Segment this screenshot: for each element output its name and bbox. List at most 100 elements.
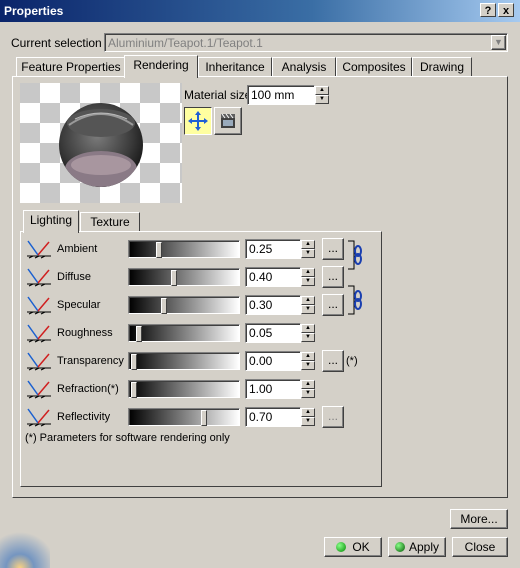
transparency-value-input[interactable]: 0.00 <box>245 351 301 371</box>
lighting-row-transparency: Transparency 0.00 ▲ ▼... (*) <box>0 350 520 374</box>
spin-up-icon[interactable]: ▲ <box>301 352 315 361</box>
material-preview <box>20 83 182 203</box>
lighting-label-diffuse: Diffuse <box>57 271 92 283</box>
specular-spinner[interactable]: ▲ ▼ <box>301 296 315 314</box>
chevron-down-icon: ▼ <box>491 35 506 50</box>
reflectivity-icon <box>27 408 51 427</box>
diffuse-slider[interactable] <box>128 268 240 286</box>
refraction-icon <box>27 380 51 399</box>
close-window-button[interactable]: x <box>498 3 514 17</box>
reflectivity-spinner[interactable]: ▲ ▼ <box>301 408 315 426</box>
diffuse-icon <box>27 268 51 287</box>
tab-feature-properties[interactable]: Feature Properties <box>16 57 126 77</box>
reflectivity-slider[interactable] <box>128 408 240 426</box>
lighting-label-specular: Specular <box>57 299 101 311</box>
lighting-label-roughness: Roughness <box>57 327 113 339</box>
green-ball-icon <box>336 542 347 552</box>
map-positioning-button[interactable] <box>184 107 212 135</box>
current-selection-label: Current selection : <box>11 36 109 50</box>
lighting-row-diffuse: Diffuse 0.40 ▲ ▼... <box>0 266 520 290</box>
lighting-label-transparency: Transparency <box>57 355 124 367</box>
spin-down-icon[interactable]: ▼ <box>315 95 329 104</box>
roughness-slider-thumb[interactable] <box>136 326 142 342</box>
lighting-label-reflectivity: Reflectivity <box>57 411 111 423</box>
transparency-spinner[interactable]: ▲ ▼ <box>301 352 315 370</box>
spin-down-icon[interactable]: ▼ <box>301 361 315 370</box>
refraction-spinner[interactable]: ▲ ▼ <box>301 380 315 398</box>
specular-value-input[interactable]: 0.30 <box>245 295 301 315</box>
transparency-slider-thumb[interactable] <box>131 354 137 370</box>
ambient-icon <box>27 240 51 259</box>
roughness-slider[interactable] <box>128 324 240 342</box>
transparency-slider[interactable] <box>128 352 240 370</box>
lighting-row-roughness: Roughness 0.05 ▲ ▼ <box>0 322 520 346</box>
apply-button[interactable]: Apply <box>388 537 446 557</box>
spin-up-icon[interactable]: ▲ <box>301 324 315 333</box>
ok-button[interactable]: OK <box>324 537 382 557</box>
material-size-spinner[interactable]: ▲ ▼ <box>315 86 329 104</box>
roughness-icon <box>27 324 51 343</box>
spin-up-icon[interactable]: ▲ <box>301 408 315 417</box>
roughness-value-input[interactable]: 0.05 <box>245 323 301 343</box>
reflectivity-slider-thumb[interactable] <box>201 410 207 426</box>
material-size-input[interactable]: 100 mm <box>247 85 315 105</box>
roughness-spinner[interactable]: ▲ ▼ <box>301 324 315 342</box>
transparency-icon <box>27 352 51 371</box>
transparency-more-button[interactable]: ... <box>322 350 344 372</box>
apply-ball-icon <box>394 542 405 552</box>
spin-down-icon[interactable]: ▼ <box>301 389 315 398</box>
lighting-label-refraction: Refraction(*) <box>57 383 119 395</box>
diffuse-slider-thumb[interactable] <box>171 270 177 286</box>
specular-more-button[interactable]: ... <box>322 294 344 316</box>
tab-inheritance[interactable]: Inheritance <box>198 57 272 77</box>
specular-slider-thumb[interactable] <box>161 298 167 314</box>
specular-slider[interactable] <box>128 296 240 314</box>
help-button[interactable]: ? <box>480 3 496 17</box>
spin-up-icon[interactable]: ▲ <box>301 296 315 305</box>
transparency-software-note: (*) <box>346 355 358 367</box>
corner-glow <box>0 528 50 568</box>
specular-icon <box>27 296 51 315</box>
lighting-row-refraction: Refraction(*) 1.00 ▲ ▼ <box>0 378 520 402</box>
active-tab-joint <box>125 76 197 78</box>
spin-down-icon[interactable]: ▼ <box>301 249 315 258</box>
lighting-row-specular: Specular 0.30 ▲ ▼... <box>0 294 520 318</box>
diffuse-spinner[interactable]: ▲ ▼ <box>301 268 315 286</box>
ambient-slider-thumb[interactable] <box>156 242 162 258</box>
ambient-more-button[interactable]: ... <box>322 238 344 260</box>
tab-analysis[interactable]: Analysis <box>272 57 336 77</box>
diffuse-more-button[interactable]: ... <box>322 266 344 288</box>
move-arrows-icon <box>188 111 208 131</box>
close-button[interactable]: Close <box>452 537 508 557</box>
refraction-slider[interactable] <box>128 380 240 398</box>
lighting-label-ambient: Ambient <box>57 243 98 255</box>
ambient-slider[interactable] <box>128 240 240 258</box>
clapperboard-icon <box>221 113 235 128</box>
lighting-row-reflectivity: Reflectivity 0.70 ▲ ▼... <box>0 406 520 430</box>
window-title: Properties <box>4 4 64 18</box>
diffuse-value-input[interactable]: 0.40 <box>245 267 301 287</box>
reflectivity-value-input[interactable]: 0.70 <box>245 407 301 427</box>
spin-down-icon[interactable]: ▼ <box>301 333 315 342</box>
spin-down-icon[interactable]: ▼ <box>301 417 315 426</box>
reflectivity-more-button[interactable]: ... <box>322 406 344 428</box>
spin-up-icon[interactable]: ▲ <box>315 86 329 95</box>
spin-down-icon[interactable]: ▼ <box>301 277 315 286</box>
ambient-spinner[interactable]: ▲ ▼ <box>301 240 315 258</box>
spin-up-icon[interactable]: ▲ <box>301 240 315 249</box>
tab-rendering[interactable]: Rendering <box>124 55 198 78</box>
tab-drawing[interactable]: Drawing <box>412 57 472 77</box>
title-bar: Properties ? x <box>0 0 520 22</box>
more-button[interactable]: More... <box>450 509 508 529</box>
refraction-slider-thumb[interactable] <box>131 382 137 398</box>
current-selection-value: Aluminium/Teapot.1/Teapot.1 <box>108 36 263 50</box>
current-selection-combo: Aluminium/Teapot.1/Teapot.1 ▼ <box>104 33 508 52</box>
lighting-row-ambient: Ambient 0.25 ▲ ▼... <box>0 238 520 262</box>
spin-up-icon[interactable]: ▲ <box>301 268 315 277</box>
spin-down-icon[interactable]: ▼ <box>301 305 315 314</box>
spin-up-icon[interactable]: ▲ <box>301 380 315 389</box>
ambient-value-input[interactable]: 0.25 <box>245 239 301 259</box>
tab-composites[interactable]: Composites <box>336 57 412 77</box>
refraction-value-input[interactable]: 1.00 <box>245 379 301 399</box>
preview-settings-button[interactable] <box>214 107 242 135</box>
